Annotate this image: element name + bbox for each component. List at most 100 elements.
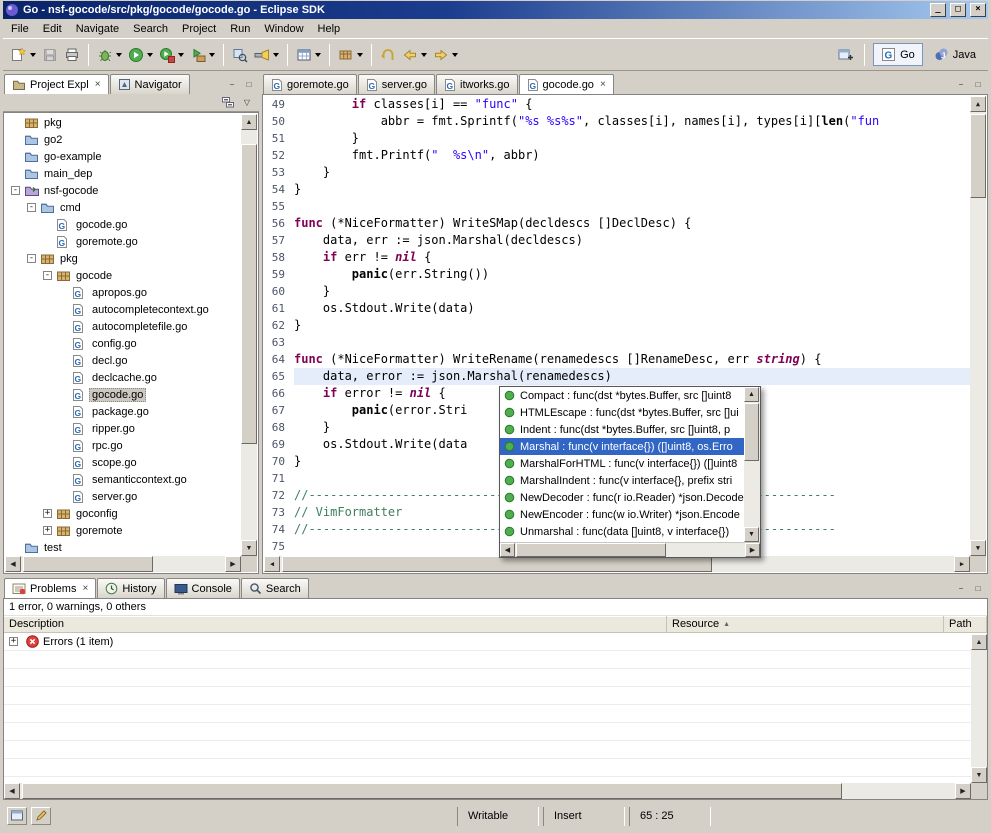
menu-search[interactable]: Search — [126, 21, 175, 37]
back-button[interactable] — [399, 42, 430, 68]
view-maximize-button[interactable]: □ — [970, 581, 986, 595]
view-tab-console[interactable]: Console — [166, 578, 240, 598]
open-plugin-button[interactable] — [229, 42, 251, 68]
editor-vertical-scrollbar[interactable]: ▲ ▼ — [970, 96, 986, 556]
forward-button[interactable] — [430, 42, 461, 68]
editor-minimize-button[interactable]: − — [953, 77, 969, 91]
forward-dropdown-arrow[interactable] — [452, 53, 458, 57]
close-icon[interactable]: × — [93, 80, 101, 90]
save-button[interactable] — [39, 42, 61, 68]
fast-view-button[interactable] — [7, 807, 27, 825]
tree-item-rpc-go[interactable]: Grpc.go — [5, 437, 241, 454]
perspective-go-button[interactable]: G Go — [873, 43, 923, 66]
scroll-thumb[interactable] — [282, 556, 712, 572]
menu-project[interactable]: Project — [175, 21, 223, 37]
scroll-up-button[interactable]: ▲ — [744, 387, 759, 402]
editor-tab-gocode-go[interactable]: Ggocode.go× — [519, 74, 614, 94]
new-table-dropdown-arrow[interactable] — [315, 53, 321, 57]
new-wizard-button[interactable] — [7, 42, 39, 68]
minimize-button[interactable]: _ — [930, 3, 946, 17]
print-button[interactable] — [61, 42, 83, 68]
editor-tab-itworks-go[interactable]: Gitworks.go — [436, 74, 518, 94]
tree-item-go2[interactable]: go2 — [5, 131, 241, 148]
scroll-left-button[interactable]: ◀ — [5, 556, 21, 572]
back-dropdown-arrow[interactable] — [421, 53, 427, 57]
expand-icon[interactable]: + — [9, 637, 18, 646]
menu-window[interactable]: Window — [257, 21, 310, 37]
autocomplete-item[interactable]: MarshalIndent : func(v interface{}, pref… — [500, 472, 744, 489]
open-perspective-button[interactable] — [834, 42, 856, 68]
scroll-thumb[interactable] — [241, 144, 257, 444]
scroll-thumb[interactable] — [516, 543, 666, 557]
explorer-vertical-scrollbar[interactable]: ▲ ▼ — [241, 114, 257, 556]
tree-item-goconfig[interactable]: +goconfig — [5, 505, 241, 522]
autocomplete-item[interactable]: Unmarshal : func(data []uint8, v interfa… — [500, 523, 744, 540]
scroll-up-button[interactable]: ▲ — [241, 114, 257, 130]
menu-edit[interactable]: Edit — [36, 21, 69, 37]
scroll-up-button[interactable]: ▲ — [970, 96, 986, 112]
tree-item-scope-go[interactable]: Gscope.go — [5, 454, 241, 471]
tree-item-package-go[interactable]: Gpackage.go — [5, 403, 241, 420]
scroll-left-button[interactable]: ◀ — [4, 783, 20, 799]
perspective-java-button[interactable]: J Java — [926, 43, 984, 66]
editor-tab-server-go[interactable]: Gserver.go — [358, 74, 435, 94]
new-java-element-button[interactable] — [335, 42, 366, 68]
scroll-down-button[interactable]: ▼ — [241, 540, 257, 556]
close-button[interactable]: × — [970, 3, 986, 17]
external-tools-button[interactable] — [187, 42, 218, 68]
view-maximize-button[interactable]: □ — [241, 77, 257, 91]
autocomplete-item[interactable]: Marshal : func(v interface{}) ([]uint8, … — [500, 438, 744, 455]
view-tab-project-expl[interactable]: Project Expl× — [4, 74, 109, 94]
menu-navigate[interactable]: Navigate — [69, 21, 126, 37]
scroll-thumb[interactable] — [744, 403, 759, 461]
autocomplete-item[interactable]: Compact : func(dst *bytes.Buffer, src []… — [500, 387, 744, 404]
tree-item-apropos-go[interactable]: Gapropos.go — [5, 284, 241, 301]
view-minimize-button[interactable]: − — [953, 581, 969, 595]
tree-item-autocompletefile-go[interactable]: Gautocompletefile.go — [5, 318, 241, 335]
view-tab-problems[interactable]: Problems× — [4, 578, 96, 598]
debug-dropdown-arrow[interactable] — [116, 53, 122, 57]
scroll-down-button[interactable]: ▼ — [971, 767, 987, 783]
collapse-all-button[interactable] — [221, 96, 235, 109]
editor-mark-button[interactable] — [31, 807, 51, 825]
column-header-description[interactable]: Description — [4, 616, 667, 632]
column-header-path[interactable]: Path — [944, 616, 987, 632]
run-dropdown-arrow[interactable] — [147, 53, 153, 57]
scroll-up-button[interactable]: ▲ — [971, 634, 987, 650]
search-button[interactable] — [251, 42, 282, 68]
tree-item-gocode-go[interactable]: Ggocode.go — [5, 216, 241, 233]
explorer-tree-panel[interactable]: pkggo2go-examplemain_dep-nsf-gocode-cmdG… — [3, 112, 259, 574]
tree-item-autocompletecontext-go[interactable]: Gautocompletecontext.go — [5, 301, 241, 318]
view-minimize-button[interactable]: − — [224, 77, 240, 91]
view-menu-button[interactable]: ▽ — [239, 96, 255, 110]
scroll-right-button[interactable]: ▶ — [954, 556, 970, 572]
menu-file[interactable]: File — [4, 21, 36, 37]
tree-item-goremote-go[interactable]: Ggoremote.go — [5, 233, 241, 250]
autocomplete-item[interactable]: HTMLEscape : func(dst *bytes.Buffer, src… — [500, 404, 744, 421]
tree-item-test[interactable]: test — [5, 539, 241, 556]
scroll-right-button[interactable]: ▶ — [745, 543, 760, 557]
tree-item-config-go[interactable]: Gconfig.go — [5, 335, 241, 352]
search-dropdown-arrow[interactable] — [273, 53, 279, 57]
problems-horizontal-scrollbar[interactable]: ◀ ▶ — [4, 783, 971, 799]
maximize-button[interactable]: □ — [950, 3, 966, 17]
scroll-thumb[interactable] — [970, 114, 986, 198]
scroll-right-button[interactable]: ▶ — [225, 556, 241, 572]
autocomplete-item[interactable]: Indent : func(dst *bytes.Buffer, src []u… — [500, 421, 744, 438]
editor-horizontal-scrollbar[interactable]: ◀ ▶ — [264, 556, 970, 572]
explorer-horizontal-scrollbar[interactable]: ◀ ▶ — [5, 556, 241, 572]
scroll-right-button[interactable]: ▶ — [955, 783, 971, 799]
external-tools-dropdown-arrow[interactable] — [209, 53, 215, 57]
expand-icon[interactable]: + — [43, 509, 52, 518]
run-last-dropdown-arrow[interactable] — [178, 53, 184, 57]
tree-item-cmd[interactable]: -cmd — [5, 199, 241, 216]
autocomplete-horizontal-scrollbar[interactable]: ◀ ▶ — [500, 542, 760, 557]
collapse-icon[interactable]: - — [11, 186, 20, 195]
run-last-button[interactable] — [156, 42, 187, 68]
tree-item-declcache-go[interactable]: Gdeclcache.go — [5, 369, 241, 386]
view-tab-history[interactable]: History — [97, 578, 164, 598]
tree-item-main-dep[interactable]: main_dep — [5, 165, 241, 182]
autocomplete-item[interactable]: MarshalForHTML : func(v interface{}) ([]… — [500, 455, 744, 472]
problems-vertical-scrollbar[interactable]: ▲ ▼ — [971, 634, 987, 783]
view-tab-navigator[interactable]: Navigator — [110, 74, 190, 94]
